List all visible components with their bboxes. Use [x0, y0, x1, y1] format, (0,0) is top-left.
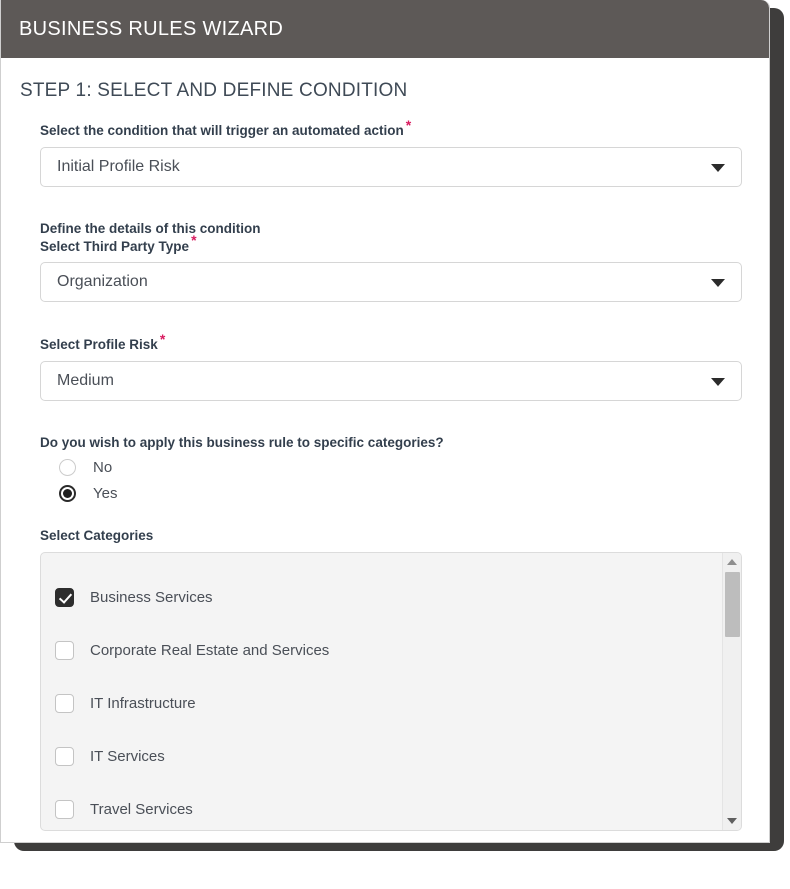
category-label: Business Services	[90, 588, 213, 606]
condition-select-value: Initial Profile Risk	[57, 157, 180, 175]
profile-risk-label: Select Profile Risk *	[40, 332, 769, 354]
step-heading: STEP 1: SELECT AND DEFINE CONDITION	[20, 80, 408, 101]
profile-risk-select-value: Medium	[57, 371, 114, 389]
condition-label: Select the condition that will trigger a…	[40, 118, 769, 140]
scrollbar-thumb[interactable]	[725, 571, 740, 637]
checkbox-travel-services[interactable]	[55, 799, 74, 819]
wizard-body: STEP 1: SELECT AND DEFINE CONDITION Sele…	[1, 58, 769, 842]
categories-panel: Business Services Corporate Real Estate …	[40, 551, 742, 831]
chevron-down-icon	[711, 163, 725, 172]
checkbox-business-services[interactable]	[55, 587, 74, 607]
radio-option-no[interactable]: No	[59, 458, 769, 476]
checkbox-it-infrastructure[interactable]	[55, 693, 74, 713]
chevron-down-icon	[711, 279, 725, 288]
radio-no-label: No	[93, 458, 113, 476]
window-titlebar: BUSINESS RULES WIZARD	[1, 0, 769, 58]
screenshot-stage: BUSINESS RULES WIZARD STEP 1: SELECT AND…	[0, 0, 790, 889]
required-asterisk-condition: *	[405, 116, 412, 133]
radio-no-indicator	[59, 458, 76, 476]
scroll-down-arrow-icon[interactable]	[727, 817, 737, 824]
condition-select[interactable]: Initial Profile Risk	[40, 146, 742, 187]
third-party-type-select-value: Organization	[57, 273, 148, 291]
category-row-it-infrastructure[interactable]: IT Infrastructure	[41, 677, 741, 730]
radio-yes-indicator	[59, 484, 76, 502]
scroll-up-arrow-icon[interactable]	[727, 558, 737, 565]
details-section-label: Define the details of this condition	[40, 220, 261, 236]
radio-yes-label: Yes	[93, 484, 118, 502]
checkbox-corporate-real-estate-and-services[interactable]	[55, 640, 74, 660]
categories-list: Business Services Corporate Real Estate …	[41, 553, 741, 830]
profile-risk-select[interactable]: Medium	[40, 360, 742, 401]
third-party-type-select[interactable]: Organization	[40, 262, 742, 303]
specific-categories-question-block: Do you wish to apply this business rule …	[40, 435, 769, 502]
category-label: Corporate Real Estate and Services	[90, 641, 330, 659]
checkbox-it-services[interactable]	[55, 746, 74, 766]
chevron-down-icon	[711, 377, 725, 386]
condition-label-text: Select the condition that will trigger a…	[40, 123, 404, 138]
third-party-type-label: Select Third Party Type *	[40, 233, 769, 256]
profile-risk-field-block: Select Profile Risk * Medium	[40, 332, 769, 401]
category-label: IT Infrastructure	[90, 694, 196, 712]
category-label: Travel Services	[90, 800, 193, 818]
radio-option-yes[interactable]: Yes	[59, 484, 769, 502]
required-asterisk-third-party-type: *	[191, 232, 197, 249]
details-section: Define the details of this condition Sel…	[40, 221, 769, 303]
required-asterisk-profile-risk: *	[159, 330, 166, 347]
third-party-type-label-text: Select Third Party Type	[40, 238, 190, 254]
category-row-travel-services[interactable]: Travel Services	[41, 783, 741, 830]
window-title: BUSINESS RULES WIZARD	[19, 17, 284, 40]
category-row-business-services[interactable]: Business Services	[41, 571, 741, 624]
category-row-it-services[interactable]: IT Services	[41, 730, 741, 783]
profile-risk-label-text: Select Profile Risk	[40, 337, 158, 353]
specific-categories-question-label: Do you wish to apply this business rule …	[40, 434, 444, 450]
business-rules-wizard-window: BUSINESS RULES WIZARD STEP 1: SELECT AND…	[0, 0, 770, 843]
categories-scrollbar[interactable]	[722, 552, 741, 830]
select-categories-block: Select Categories Business Services Corp…	[40, 528, 769, 831]
condition-field-block: Select the condition that will trigger a…	[40, 118, 769, 187]
category-label: IT Services	[90, 747, 165, 765]
category-row-corporate-real-estate-and-services[interactable]: Corporate Real Estate and Services	[41, 624, 741, 677]
select-categories-label: Select Categories	[40, 527, 154, 543]
